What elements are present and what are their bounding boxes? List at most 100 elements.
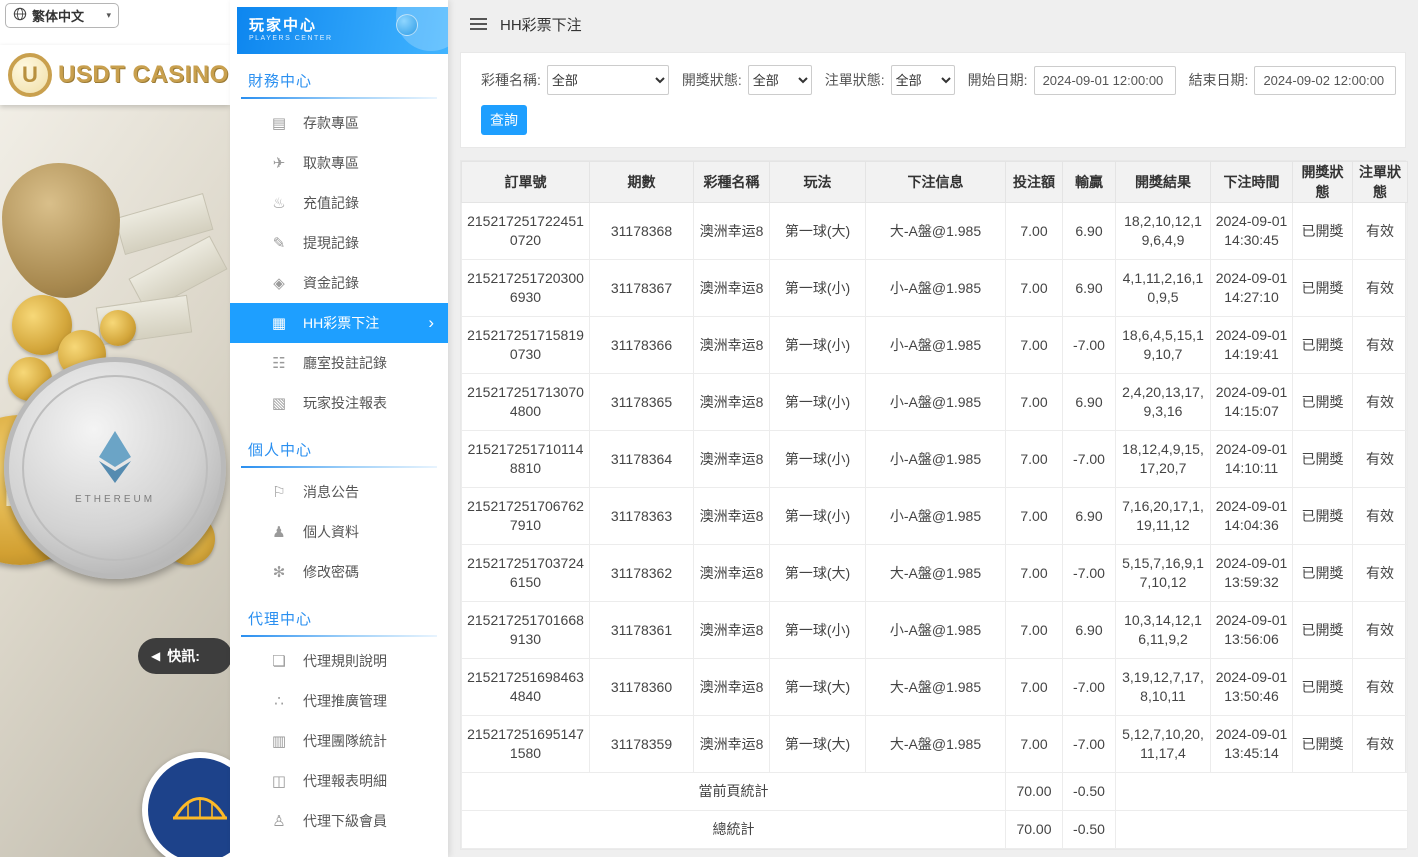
brand-coin-icon: U — [8, 53, 52, 97]
sidebar-menu-item[interactable]: ▧ 玩家投注報表 — [230, 383, 448, 423]
period-cell: 31178360 — [589, 658, 694, 716]
table-row: 2152172517224510720 31178368 澳洲幸运8 第一球(大… — [461, 202, 1408, 260]
play-type-cell: 第一球(大) — [769, 202, 866, 260]
order-no-cell: 2152172517101148810 — [461, 430, 590, 488]
sidebar-menu-item[interactable]: ▦ HH彩票下注 › — [230, 303, 448, 343]
header-order-no: 訂單號 — [461, 161, 590, 203]
finance-menu-list: ▤ 存款專區 ✈ 取款專區 ♨ 充值記錄 ✎ 提現記錄 ◈ 資金記錄 ▦ HH彩… — [230, 103, 448, 423]
order-no-cell: 2152172517203006930 — [461, 259, 590, 317]
draw-status-cell: 已開獎 — [1292, 658, 1353, 716]
bet-time-cell: 2024-09-01 14:10:11 — [1210, 430, 1293, 488]
sidebar-menu-item[interactable]: ✈ 取款專區 — [230, 143, 448, 183]
news-ticker[interactable]: ◀ 快訊: — [138, 638, 230, 674]
draw-status-cell: 已開獎 — [1292, 544, 1353, 602]
start-date-input[interactable] — [1033, 65, 1176, 95]
news-ticker-label: 快訊: — [167, 648, 200, 664]
lottery-name-label: 彩種名稱: — [481, 72, 541, 88]
lottery-name-cell: 澳洲幸运8 — [693, 487, 770, 545]
sidebar-menu-item[interactable]: ☷ 廳室投註記錄 — [230, 343, 448, 383]
sidebar-menu-item[interactable]: ▤ 存款專區 — [230, 103, 448, 143]
sidebar-menu-item[interactable]: ✎ 提現記錄 — [230, 223, 448, 263]
header-bet-time: 下注時間 — [1210, 161, 1293, 203]
draw-result-cell: 5,15,7,16,9,17,10,12 — [1115, 544, 1211, 602]
win-loss-cell: 6.90 — [1062, 487, 1116, 545]
header-period: 期數 — [589, 161, 694, 203]
play-type-cell: 第一球(小) — [769, 373, 866, 431]
order-status-cell: 有效 — [1352, 202, 1408, 260]
page-stats-empty — [1115, 772, 1408, 811]
draw-status-select[interactable]: 全部 — [747, 65, 812, 95]
sidebar-menu-item[interactable]: ⚐ 消息公告 — [230, 472, 448, 512]
brand-name: USDT CASINO — [58, 61, 229, 88]
table-row: 2152172517067627910 31178363 澳洲幸运8 第一球(小… — [461, 487, 1408, 545]
search-button[interactable]: 查詢 — [481, 105, 527, 135]
period-cell: 31178362 — [589, 544, 694, 602]
sidebar-menu-item[interactable]: ✻ 修改密碼 — [230, 552, 448, 592]
page-stats-bet-total: 70.00 — [1005, 772, 1063, 811]
table-row: 2152172517158190730 31178366 澳洲幸运8 第一球(小… — [461, 316, 1408, 374]
sidebar-menu-item[interactable]: ♟ 個人資料 — [230, 512, 448, 552]
bet-info-cell: 小-A盤@1.985 — [865, 316, 1006, 374]
sidebar-menu-item[interactable]: ♨ 充值記錄 — [230, 183, 448, 223]
sidebar-menu-item[interactable]: ♙ 代理下級會員 — [230, 801, 448, 841]
total-stats-bet-total: 70.00 — [1005, 810, 1063, 849]
section-title-personal: 個人中心 — [248, 442, 313, 459]
decor-money-bag — [2, 163, 120, 298]
sidebar-menu-item[interactable]: ∴ 代理推廣管理 — [230, 681, 448, 721]
language-selector[interactable]: 繁体中文 ▾ — [5, 3, 119, 28]
agent-menu-list: ❏ 代理規則說明 ∴ 代理推廣管理 ▥ 代理團隊統計 ◫ 代理報表明細 ♙ 代理… — [230, 641, 448, 841]
order-no-cell: 2152172517158190730 — [461, 316, 590, 374]
bet-amount-cell: 7.00 — [1005, 202, 1063, 260]
bet-records-table-card: 訂單號 期數 彩種名稱 玩法 下注信息 投注額 輸贏 開獎結果 下注時間 開獎狀… — [460, 160, 1408, 850]
filter-panel: 彩種名稱: 全部 開獎狀態: 全部 注單狀態: 全部 開始日期: 結束日期: 查… — [460, 52, 1406, 148]
agent-members-icon: ♙ — [272, 813, 286, 830]
page-stats-winloss-total: -0.50 — [1062, 772, 1116, 811]
agent-rules-icon: ❏ — [272, 653, 286, 670]
lottery-name-cell: 澳洲幸运8 — [693, 715, 770, 773]
bet-info-cell: 小-A盤@1.985 — [865, 430, 1006, 488]
bet-info-cell: 小-A盤@1.985 — [865, 601, 1006, 659]
sidebar-menu-item[interactable]: ◫ 代理報表明細 — [230, 761, 448, 801]
decor-gold-coin — [100, 310, 136, 346]
period-cell: 31178361 — [589, 601, 694, 659]
language-label: 繁体中文 — [32, 9, 85, 24]
sidebar-section-personal: 個人中心 ⚐ 消息公告 ♟ 個人資料 ✻ 修改密碼 — [230, 439, 448, 592]
draw-result-cell: 3,19,12,7,17,8,10,11 — [1115, 658, 1211, 716]
players-center-title: 玩家中心 — [249, 17, 318, 34]
order-status-cell: 有效 — [1352, 487, 1408, 545]
bet-records-table: 訂單號 期數 彩種名稱 玩法 下注信息 投注額 輸贏 開獎結果 下注時間 開獎狀… — [461, 161, 1408, 849]
header-lottery-name: 彩種名稱 — [693, 161, 770, 203]
order-status-cell: 有效 — [1352, 544, 1408, 602]
table-body: 2152172517224510720 31178368 澳洲幸运8 第一球(大… — [461, 202, 1408, 773]
sidebar-menu-item[interactable]: ◈ 資金記錄 — [230, 263, 448, 303]
funds-record-icon: ◈ — [273, 275, 285, 292]
play-type-cell: 第一球(小) — [769, 430, 866, 488]
bet-time-cell: 2024-09-01 13:45:14 — [1210, 715, 1293, 773]
end-date-input[interactable] — [1254, 65, 1397, 95]
order-status-label: 注單狀態: — [824, 72, 885, 88]
win-loss-cell: -7.00 — [1062, 430, 1116, 488]
bet-info-cell: 小-A盤@1.985 — [865, 373, 1006, 431]
bet-time-cell: 2024-09-01 14:04:36 — [1210, 487, 1293, 545]
lottery-name-cell: 澳洲幸运8 — [693, 373, 770, 431]
header-win-loss: 輸贏 — [1062, 161, 1116, 203]
bet-amount-cell: 7.00 — [1005, 601, 1063, 659]
sidebar-section-finance: 財務中心 ▤ 存款專區 ✈ 取款專區 ♨ 充值記錄 ✎ 提現記錄 ◈ 資金記錄 … — [230, 70, 448, 423]
play-type-cell: 第一球(小) — [769, 259, 866, 317]
menu-toggle-icon[interactable] — [470, 18, 487, 30]
play-type-cell: 第一球(小) — [769, 316, 866, 374]
sidebar-menu-item[interactable]: ▥ 代理團隊統計 — [230, 721, 448, 761]
agent-promotion-icon: ∴ — [274, 693, 284, 710]
draw-status-cell: 已開獎 — [1292, 487, 1353, 545]
order-status-cell: 有效 — [1352, 259, 1408, 317]
bet-amount-cell: 7.00 — [1005, 373, 1063, 431]
period-cell: 31178359 — [589, 715, 694, 773]
bet-time-cell: 2024-09-01 14:30:45 — [1210, 202, 1293, 260]
order-no-cell: 2152172517016689130 — [461, 601, 590, 659]
section-title-agent: 代理中心 — [248, 611, 313, 628]
sidebar-menu-item[interactable]: ❏ 代理規則說明 — [230, 641, 448, 681]
lottery-name-select[interactable]: 全部 — [546, 65, 669, 95]
table-row: 2152172517037246150 31178362 澳洲幸运8 第一球(大… — [461, 544, 1408, 602]
order-status-select[interactable]: 全部 — [890, 65, 955, 95]
agent-team-stats-icon: ▥ — [271, 733, 287, 750]
